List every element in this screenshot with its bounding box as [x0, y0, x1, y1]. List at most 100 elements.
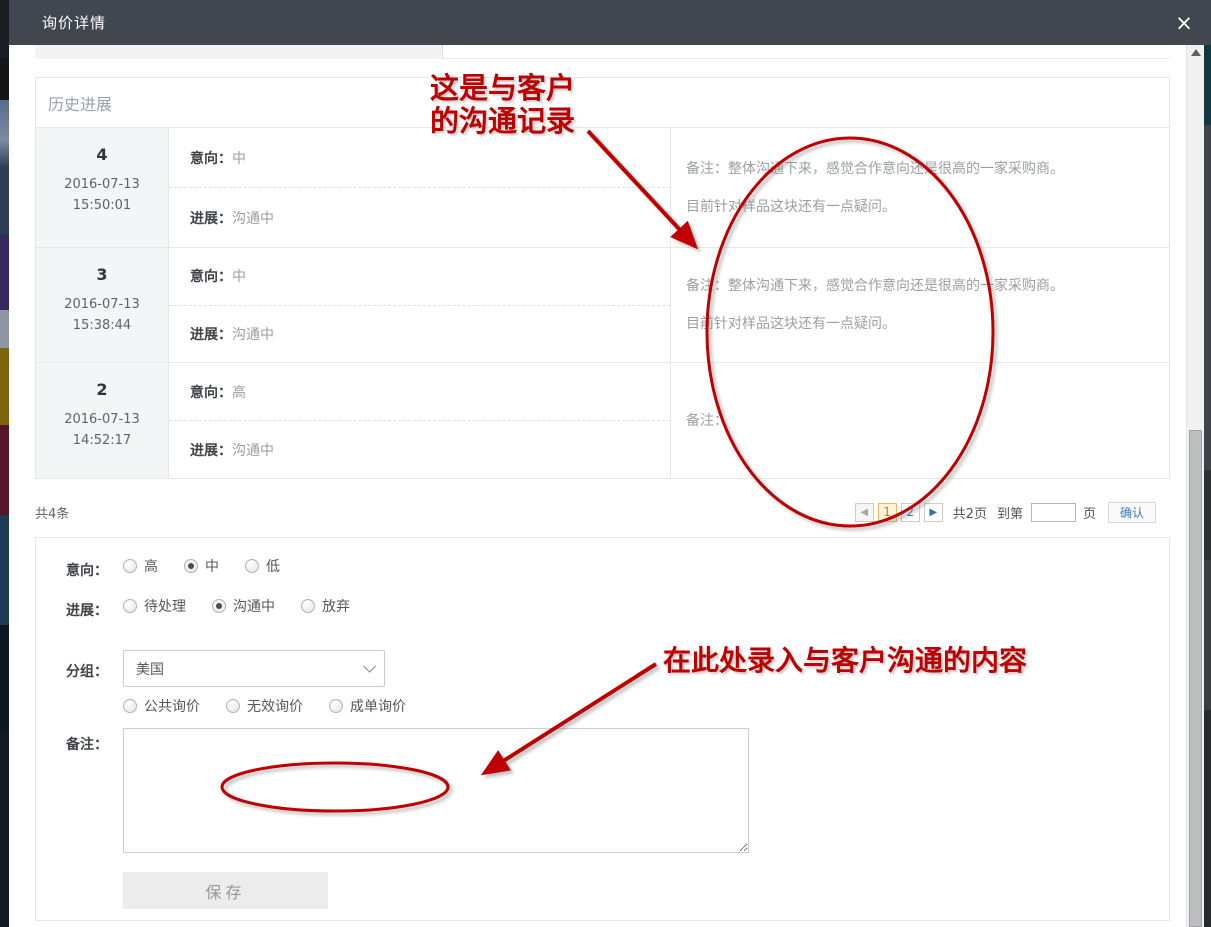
intent-value: 中: [232, 148, 246, 168]
progress-value: 沟通中: [232, 324, 274, 344]
radio-icon: [301, 599, 315, 613]
intent-label: 意向：: [190, 382, 232, 402]
category-radio-group: 公共询价 无效询价 成单询价: [123, 696, 432, 716]
intent-value: 中: [232, 266, 246, 286]
intent-field-label: 意向：: [66, 560, 126, 580]
history-row-time: 14:52:17: [36, 433, 168, 448]
history-row-seq: 4: [36, 145, 168, 164]
scrolled-table-remnant: [35, 45, 1170, 59]
pagination-bar: 共4条 ◀ 1 2 ▶ 共2页 到第 页 确认: [35, 501, 1170, 523]
chevron-down-icon: [363, 660, 376, 673]
radio-label: 成单询价: [350, 696, 406, 716]
radio-icon: [329, 699, 343, 713]
radio-label: 中: [205, 556, 219, 576]
radio-label: 低: [266, 556, 280, 576]
history-row-index-cell: 2 2016-07-13 14:52:17: [36, 363, 169, 478]
group-field-label: 分组：: [66, 661, 126, 681]
history-section-header: 历史进展: [36, 78, 1169, 128]
confirm-page-button[interactable]: 确认: [1108, 502, 1156, 523]
history-row-seq: 2: [36, 380, 168, 399]
radio-icon: [226, 699, 240, 713]
history-row-time: 15:50:01: [36, 198, 168, 213]
inquiry-detail-modal: 询价详情 × 历史进展 4 2016-07-13 15:50:01 意向： 中 …: [0, 0, 1211, 927]
radio-icon: [245, 559, 259, 573]
radio-icon: [123, 559, 137, 573]
progress-label: 进展：: [190, 440, 232, 460]
history-row-status-cell: 意向： 中 进展： 沟通中: [169, 248, 671, 362]
radio-label: 待处理: [144, 596, 186, 616]
history-row: 4 2016-07-13 15:50:01 意向： 中 进展： 沟通中 备注：整…: [36, 128, 1169, 248]
goto-page-input[interactable]: [1031, 503, 1076, 522]
progress-value: 沟通中: [232, 440, 274, 460]
radio-label: 沟通中: [233, 596, 275, 616]
page-button-2[interactable]: 2: [901, 503, 920, 522]
radio-progress-pending[interactable]: 待处理: [123, 596, 186, 616]
progress-radio-group: 待处理 沟通中 放弃: [123, 596, 376, 616]
scrollbar-track[interactable]: [1186, 45, 1204, 927]
remark-line: 备注：: [686, 402, 1169, 440]
history-row: 3 2016-07-13 15:38:44 意向： 中 进展： 沟通中 备注：整…: [36, 248, 1169, 363]
radio-icon: [123, 599, 137, 613]
radio-intent-mid[interactable]: 中: [184, 556, 219, 576]
page-button-1[interactable]: 1: [878, 503, 897, 522]
intent-radio-group: 高 中 低: [123, 556, 306, 576]
next-page-icon[interactable]: ▶: [924, 503, 943, 522]
radio-intent-low[interactable]: 低: [245, 556, 280, 576]
history-row-status-cell: 意向： 中 进展： 沟通中: [169, 128, 671, 247]
remark-textarea[interactable]: [123, 728, 749, 853]
history-row-date: 2016-07-13: [36, 177, 168, 192]
group-select-value: 美国: [136, 659, 164, 679]
radio-icon: [184, 559, 198, 573]
radio-label: 放弃: [322, 596, 350, 616]
remark-line: 目前针对样品这块还有一点疑问。: [686, 188, 1169, 226]
history-section-title: 历史进展: [48, 91, 112, 115]
background-left-strip: [0, 0, 9, 927]
pager-controls: ◀ 1 2 ▶ 共2页 到第 页 确认: [851, 502, 1156, 523]
modal-titlebar: 询价详情: [9, 0, 1204, 45]
goto-page-label: 到第: [997, 503, 1023, 522]
intent-label: 意向：: [190, 148, 232, 168]
total-count-label: 共4条: [35, 503, 69, 522]
radio-label: 高: [144, 556, 158, 576]
history-row-index-cell: 4 2016-07-13 15:50:01: [36, 128, 169, 247]
history-row-index-cell: 3 2016-07-13 15:38:44: [36, 248, 169, 362]
history-section: 历史进展 4 2016-07-13 15:50:01 意向： 中 进展： 沟通中…: [35, 77, 1170, 479]
radio-icon: [212, 599, 226, 613]
progress-label: 进展：: [190, 208, 232, 228]
history-row-remark-cell: 备注：整体沟通下来，感觉合作意向还是很高的一家采购商。 目前针对样品这块还有一点…: [671, 128, 1169, 247]
intent-label: 意向：: [190, 266, 232, 286]
remark-line: 备注：整体沟通下来，感觉合作意向还是很高的一家采购商。: [686, 267, 1169, 305]
radio-label: 公共询价: [144, 696, 200, 716]
save-button[interactable]: 保存: [123, 872, 328, 909]
remark-line: 备注：整体沟通下来，感觉合作意向还是很高的一家采购商。: [686, 150, 1169, 188]
scrollbar-thumb[interactable]: [1189, 430, 1202, 927]
progress-field-label: 进展：: [66, 600, 126, 620]
radio-icon: [123, 699, 137, 713]
radio-category-invalid[interactable]: 无效询价: [226, 696, 303, 716]
page-suffix-label: 页: [1083, 503, 1096, 522]
history-row: 2 2016-07-13 14:52:17 意向： 高 进展： 沟通中 备注：: [36, 363, 1169, 478]
radio-intent-high[interactable]: 高: [123, 556, 158, 576]
close-icon[interactable]: ×: [1171, 10, 1197, 36]
radio-category-deal[interactable]: 成单询价: [329, 696, 406, 716]
radio-progress-abandon[interactable]: 放弃: [301, 596, 350, 616]
scrolled-table-remnant-cell: [35, 45, 443, 59]
history-row-remark-cell: 备注：: [671, 363, 1169, 478]
intent-value: 高: [232, 382, 246, 402]
group-select[interactable]: 美国: [123, 650, 385, 687]
prev-page-icon[interactable]: ◀: [855, 503, 874, 522]
progress-label: 进展：: [190, 324, 232, 344]
history-row-date: 2016-07-13: [36, 412, 168, 427]
radio-label: 无效询价: [247, 696, 303, 716]
total-pages-label: 共2页: [953, 503, 987, 522]
history-row-time: 15:38:44: [36, 318, 168, 333]
modal-title: 询价详情: [42, 12, 106, 33]
history-row-seq: 3: [36, 265, 168, 284]
radio-category-public[interactable]: 公共询价: [123, 696, 200, 716]
remark-line: 目前针对样品这块还有一点疑问。: [686, 305, 1169, 343]
history-row-date: 2016-07-13: [36, 297, 168, 312]
radio-progress-communicating[interactable]: 沟通中: [212, 596, 275, 616]
update-progress-form: 意向： 高 中 低 进展： 待处理 沟通中: [35, 537, 1170, 921]
history-row-status-cell: 意向： 高 进展： 沟通中: [169, 363, 671, 478]
scroll-up-icon[interactable]: [1191, 49, 1201, 56]
